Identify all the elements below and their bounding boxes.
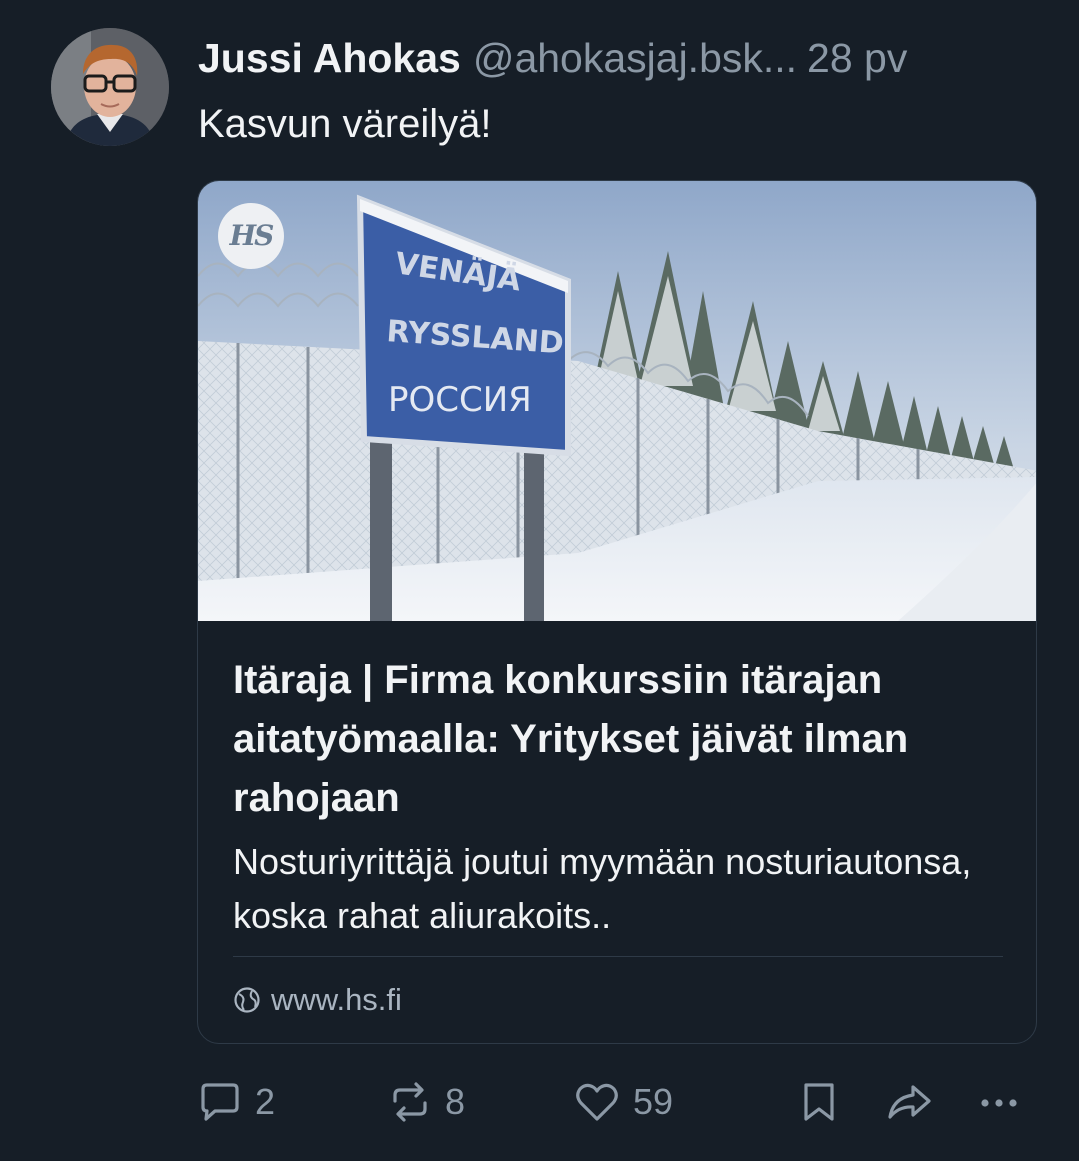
- author-handle[interactable]: @ahokasjaj.bsk...: [473, 35, 797, 81]
- more-options-button[interactable]: [975, 1075, 1023, 1129]
- repost-count: 8: [445, 1081, 466, 1122]
- more-icon: [975, 1079, 1023, 1125]
- like-icon: [573, 1079, 621, 1125]
- share-button[interactable]: [885, 1075, 935, 1129]
- share-icon: [885, 1079, 935, 1125]
- svg-text:РОССИЯ: РОССИЯ: [388, 380, 532, 420]
- avatar[interactable]: [51, 28, 169, 146]
- reply-button[interactable]: 2: [197, 1075, 275, 1129]
- reply-icon: [197, 1079, 243, 1125]
- bookmark-icon: [797, 1079, 841, 1125]
- post-text: Kasvun väreilyä!: [198, 102, 492, 146]
- repost-button[interactable]: 8: [387, 1075, 465, 1129]
- link-card-domain: www.hs.fi: [233, 978, 402, 1022]
- globe-icon: [233, 986, 261, 1014]
- post[interactable]: Jussi Ahokas @ahokasjaj.bsk... 28 pv Kasvu…: [0, 0, 1079, 1161]
- hs-logo: HS: [218, 203, 284, 269]
- like-count: 59: [633, 1081, 674, 1122]
- link-card-description: Nosturiyrittäjä joutui myymään nosturiau…: [233, 841, 972, 936]
- link-card-divider: [233, 956, 1003, 957]
- link-card-image: VENÄJÄ RYSSLAND РОССИЯ HS: [198, 181, 1036, 621]
- post-time[interactable]: 28 pv: [807, 35, 907, 81]
- link-card-url: www.hs.fi: [271, 982, 402, 1017]
- post-header: Jussi Ahokas @ahokasjaj.bsk... 28 pv: [198, 32, 1048, 84]
- author-name[interactable]: Jussi Ahokas: [198, 35, 461, 81]
- like-button[interactable]: 59: [573, 1075, 673, 1129]
- reply-count: 2: [255, 1081, 276, 1122]
- bookmark-button[interactable]: [797, 1075, 841, 1129]
- repost-icon: [387, 1079, 433, 1125]
- link-card-title: Itäraja | Firma konkurssiin itärajan ait…: [233, 658, 909, 820]
- action-bar: 2 8 59: [197, 1075, 1042, 1129]
- link-card[interactable]: VENÄJÄ RYSSLAND РОССИЯ HS Itäraja | Firm…: [197, 180, 1037, 1044]
